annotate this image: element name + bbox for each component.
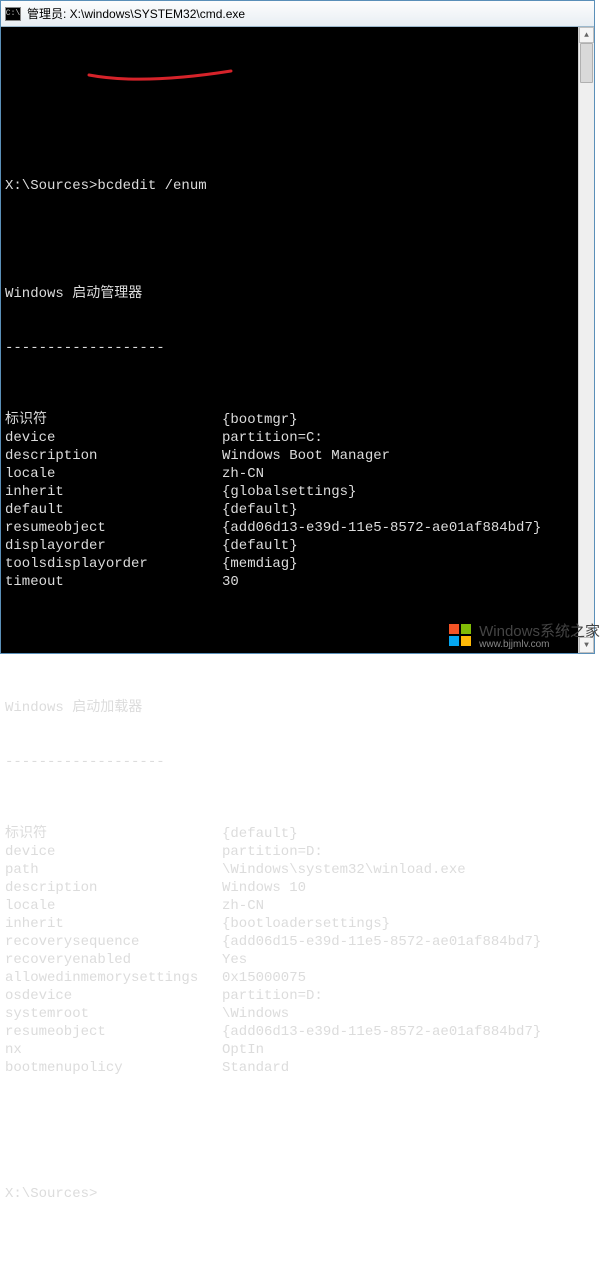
watermark-brand: Windows (479, 623, 540, 640)
config-value: \Windows (222, 1005, 590, 1023)
config-row: systemroot\Windows (5, 1005, 590, 1023)
config-row: inherit{bootloadersettings} (5, 915, 590, 933)
config-key: toolsdisplayorder (5, 555, 222, 573)
config-key: description (5, 879, 222, 897)
config-value: 30 (222, 573, 590, 591)
config-row: osdevicepartition=D: (5, 987, 590, 1005)
prompt-line: X:\Sources>bcdedit /enum (5, 177, 590, 195)
config-value: Windows Boot Manager (222, 447, 590, 465)
cmd-icon: C:\ (5, 7, 21, 21)
config-key: default (5, 501, 222, 519)
prompt: X:\Sources> (5, 1185, 97, 1203)
config-key: displayorder (5, 537, 222, 555)
config-row: displayorder{default} (5, 537, 590, 555)
config-key: resumeobject (5, 1023, 222, 1041)
config-row: allowedinmemorysettings0x15000075 (5, 969, 590, 987)
config-key: device (5, 429, 222, 447)
config-key: path (5, 861, 222, 879)
config-value: {add06d13-e39d-11e5-8572-ae01af884bd7} (222, 519, 590, 537)
config-value: zh-CN (222, 465, 590, 483)
config-key: timeout (5, 573, 222, 591)
config-key: recoveryenabled (5, 951, 222, 969)
prompt-line: X:\Sources> (5, 1185, 590, 1203)
config-value: {add06d15-e39d-11e5-8572-ae01af884bd7} (222, 933, 590, 951)
config-key: locale (5, 897, 222, 915)
config-row: localezh-CN (5, 897, 590, 915)
config-row: 标识符{bootmgr} (5, 411, 590, 429)
config-value: 0x15000075 (222, 969, 590, 987)
config-key: resumeobject (5, 519, 222, 537)
config-key: inherit (5, 915, 222, 933)
config-row: recoveryenabledYes (5, 951, 590, 969)
config-key: recoverysequence (5, 933, 222, 951)
section-header-loader: Windows 启动加载器 (5, 699, 590, 717)
watermark-subtitle: 系统之家 (540, 623, 600, 640)
config-value: {globalsettings} (222, 483, 590, 501)
config-value: partition=D: (222, 843, 590, 861)
config-row: recoverysequence{add06d15-e39d-11e5-8572… (5, 933, 590, 951)
section-divider: ------------------- (5, 753, 590, 771)
cmd-window: C:\ 管理员: X:\windows\SYSTEM32\cmd.exe ▲ ▼… (0, 0, 595, 654)
config-value: {default} (222, 537, 590, 555)
config-row: timeout30 (5, 573, 590, 591)
config-value: OptIn (222, 1041, 590, 1059)
config-value: {bootmgr} (222, 411, 590, 429)
prompt: X:\Sources> (5, 177, 97, 195)
config-row: resumeobject{add06d13-e39d-11e5-8572-ae0… (5, 519, 590, 537)
config-row: devicepartition=C: (5, 429, 590, 447)
config-value: partition=C: (222, 429, 590, 447)
config-key: systemroot (5, 1005, 222, 1023)
config-key: nx (5, 1041, 222, 1059)
config-key: description (5, 447, 222, 465)
config-row: devicepartition=D: (5, 843, 590, 861)
config-value: {bootloadersettings} (222, 915, 590, 933)
section-divider: ------------------- (5, 339, 590, 357)
watermark-text: Windows系统之家 www.bjjmlv.com (479, 620, 600, 650)
config-value: zh-CN (222, 897, 590, 915)
config-row: descriptionWindows Boot Manager (5, 447, 590, 465)
command-text: bcdedit /enum (97, 177, 206, 195)
config-key: 标识符 (5, 411, 222, 429)
config-row: descriptionWindows 10 (5, 879, 590, 897)
window-title: 管理员: X:\windows\SYSTEM32\cmd.exe (27, 5, 245, 22)
config-key: bootmenupolicy (5, 1059, 222, 1077)
section-header-bootmgr: Windows 启动管理器 (5, 285, 590, 303)
config-row: bootmenupolicyStandard (5, 1059, 590, 1077)
config-row: path\Windows\system32\winload.exe (5, 861, 590, 879)
config-row: default{default} (5, 501, 590, 519)
config-value: partition=D: (222, 987, 590, 1005)
config-value: Windows 10 (222, 879, 590, 897)
config-value: {add06d13-e39d-11e5-8572-ae01af884bd7} (222, 1023, 590, 1041)
titlebar[interactable]: C:\ 管理员: X:\windows\SYSTEM32\cmd.exe (1, 1, 594, 27)
config-value: {default} (222, 825, 590, 843)
config-key: 标识符 (5, 825, 222, 843)
config-row: toolsdisplayorder{memdiag} (5, 555, 590, 573)
config-key: device (5, 843, 222, 861)
config-key: allowedinmemorysettings (5, 969, 222, 987)
config-row: nxOptIn (5, 1041, 590, 1059)
config-row: 标识符{default} (5, 825, 590, 843)
config-value: Standard (222, 1059, 590, 1077)
windows-logo-icon (447, 622, 473, 648)
watermark: Windows系统之家 www.bjjmlv.com (447, 620, 600, 650)
config-row: inherit{globalsettings} (5, 483, 590, 501)
config-key: locale (5, 465, 222, 483)
config-key: osdevice (5, 987, 222, 1005)
annotation-underline (87, 69, 233, 87)
config-row: resumeobject{add06d13-e39d-11e5-8572-ae0… (5, 1023, 590, 1041)
config-key: inherit (5, 483, 222, 501)
config-value: \Windows\system32\winload.exe (222, 861, 590, 879)
config-row: localezh-CN (5, 465, 590, 483)
config-value: {default} (222, 501, 590, 519)
config-value: Yes (222, 951, 590, 969)
config-value: {memdiag} (222, 555, 590, 573)
